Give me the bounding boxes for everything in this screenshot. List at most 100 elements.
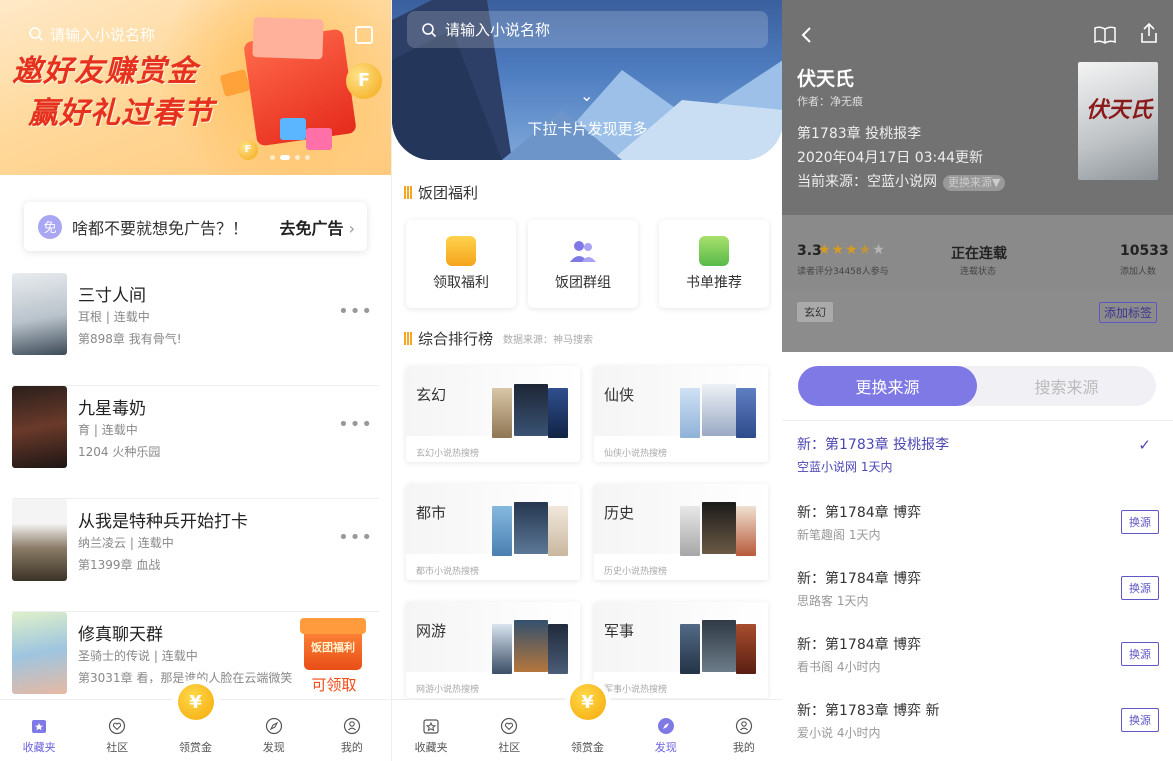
tab-profile[interactable]: 我的 xyxy=(705,700,782,761)
tab-discover[interactable]: 发现 xyxy=(235,700,313,761)
bars-icon xyxy=(404,186,412,199)
book-title: 修真聊天群 xyxy=(78,625,163,645)
source-meta: 爱小说 4小时内 xyxy=(797,726,881,740)
more-icon[interactable]: ••• xyxy=(338,414,373,435)
tab-discover[interactable]: 发现 xyxy=(627,700,705,761)
more-icon[interactable]: ••• xyxy=(338,301,373,322)
rank-subtitle: 仙侠小说热搜榜 xyxy=(604,449,668,459)
tab-label: 发现 xyxy=(262,741,285,754)
tab-community[interactable]: 社区 xyxy=(78,700,156,761)
source-row[interactable]: 新：第1783章 投桃报李 空蓝小说网 1天内 ✓ xyxy=(797,434,1159,494)
rank-card-xianxia[interactable]: 仙侠 仙侠小说热搜榜 xyxy=(594,366,768,462)
compass-icon xyxy=(264,716,284,736)
remove-ads-bar[interactable]: 免 啥都不要就想免广告？！ 去免广告 › xyxy=(24,202,367,251)
source-meta: 新笔趣阁 1天内 xyxy=(797,528,881,542)
serial-status: 正在连载 xyxy=(951,246,1007,262)
tab-favorites[interactable]: 收藏夹 xyxy=(392,700,470,761)
change-source-chip[interactable]: 更换来源▼ xyxy=(943,175,1006,191)
latest-chapter[interactable]: 第1783章 投桃报李 xyxy=(797,123,921,143)
tab-label: 收藏夹 xyxy=(22,741,56,754)
tab-profile[interactable]: 我的 xyxy=(313,700,391,761)
book-open-icon[interactable] xyxy=(1094,26,1116,44)
bottom-tab-bar: 收藏夹 社区 ¥ 领赏金 发现 我的 xyxy=(392,684,782,761)
pull-hint: 下拉卡片发现更多 xyxy=(527,120,648,138)
scan-icon[interactable] xyxy=(355,26,373,44)
rank-subtitle: 网游小说热搜榜 xyxy=(416,685,480,695)
source-row[interactable]: 新：第1784章 博弈 新笔趣阁 1天内 换源 xyxy=(797,502,1159,562)
mini-cover xyxy=(702,620,736,672)
added-count: 10533 xyxy=(1120,243,1169,259)
source-row[interactable]: 新：第1783章 博弈 新 爱小说 4小时内 换源 xyxy=(797,700,1159,760)
mini-cover xyxy=(736,388,756,438)
coin-icon: F xyxy=(346,63,382,99)
gift-icon xyxy=(280,118,306,140)
discover-banner[interactable]: 请输入小说名称 ⌄ 下拉卡片发现更多 xyxy=(392,0,782,160)
discover-screen: 请输入小说名称 ⌄ 下拉卡片发现更多 饭团福利 领取福利 饭团群组 书单推荐 综… xyxy=(391,0,782,761)
mini-cover xyxy=(702,502,736,554)
source-chapter: 新：第1783章 投桃报李 xyxy=(797,437,950,453)
rank-subtitle: 历史小说热搜榜 xyxy=(604,567,668,577)
tab-reward[interactable]: ¥ 领赏金 xyxy=(548,684,626,761)
tab-reward[interactable]: ¥ 领赏金 xyxy=(156,684,234,761)
mini-cover xyxy=(548,624,568,674)
switch-source-button[interactable]: 换源 xyxy=(1121,510,1159,534)
rank-card-junshi[interactable]: 军事 军事小说热搜榜 xyxy=(594,602,768,698)
add-tag-button[interactable]: 添加标签 xyxy=(1099,302,1158,323)
book-list-item[interactable]: 九星毒奶 育 | 连载中 1204 火种乐园 ••• xyxy=(12,386,379,499)
genre-tag[interactable]: 玄幻 xyxy=(797,302,833,322)
card-label: 书单推荐 xyxy=(686,275,742,291)
share-icon[interactable] xyxy=(1140,22,1158,44)
more-icon[interactable]: ••• xyxy=(338,527,373,548)
book-list-item[interactable]: 从我是特种兵开始打卡 纳兰凌云 | 连载中 第1399章 血战 ••• xyxy=(12,499,379,612)
book-meta: 圣骑士的传说 | 连载中 xyxy=(78,649,198,663)
welfare-card-claim[interactable]: 领取福利 xyxy=(406,220,516,308)
book-last-chapter: 第3031章 看，那是谁的人脸在云端微笑 xyxy=(78,671,293,685)
welfare-float-button[interactable]: 饭团福利 可领取 xyxy=(298,612,370,694)
rank-card-xuanhuan[interactable]: 玄幻 玄幻小说热搜榜 xyxy=(406,366,580,462)
back-arrow-icon[interactable] xyxy=(800,26,814,44)
switch-source-button[interactable]: 换源 xyxy=(1121,642,1159,666)
carousel-indicator xyxy=(270,155,310,160)
tab-change-source[interactable]: 更换来源 xyxy=(798,366,977,406)
rank-subtitle: 军事小说热搜榜 xyxy=(604,685,668,695)
book-last-chapter: 第1399章 血战 xyxy=(78,558,161,572)
mini-cover xyxy=(514,620,548,672)
promo-banner[interactable]: 请输入小说名称 邀好友赚赏金 赢好礼过春节 F F xyxy=(0,0,391,175)
mini-cover xyxy=(680,624,700,674)
rank-card-wangyou[interactable]: 网游 网游小说热搜榜 xyxy=(406,602,580,698)
remove-ads-button[interactable]: 去免广告 › xyxy=(280,215,356,239)
search-bar[interactable]: 请输入小说名称 xyxy=(407,11,768,48)
bars-icon xyxy=(404,332,412,345)
remove-ads-label: 去免广告 xyxy=(279,218,344,238)
book-list-item[interactable]: 三寸人间 耳根 | 连载中 第898章 我有骨气! ••• xyxy=(12,273,379,386)
tab-community[interactable]: 社区 xyxy=(470,700,548,761)
banner-subheadline: 赢好礼过春节 xyxy=(28,96,214,131)
rank-card-dushi[interactable]: 都市 都市小说热搜榜 xyxy=(406,484,580,580)
book-title: 九星毒奶 xyxy=(78,399,146,419)
source-chapter: 新：第1784章 博弈 xyxy=(797,505,922,521)
source-row[interactable]: 新：第1784章 博弈 思路客 1天内 换源 xyxy=(797,568,1159,628)
tab-favorites[interactable]: 收藏夹 xyxy=(0,700,78,761)
rank-subtitle: 都市小说热搜榜 xyxy=(416,567,480,577)
section-header-welfare: 饭团福利 xyxy=(404,182,478,203)
rank-name: 都市 xyxy=(416,504,447,522)
welfare-cta: 可领取 xyxy=(311,676,357,694)
book-cover xyxy=(12,499,67,581)
switch-source-button[interactable]: 换源 xyxy=(1121,576,1159,600)
source-row[interactable]: 新：第1784章 博弈 看书阁 4小时内 换源 xyxy=(797,634,1159,694)
tab-search-source[interactable]: 搜索来源 xyxy=(977,366,1156,406)
welfare-card-groups[interactable]: 饭团群组 xyxy=(528,220,638,308)
welfare-card-booklist[interactable]: 书单推荐 xyxy=(659,220,769,308)
switch-source-button[interactable]: 换源 xyxy=(1121,708,1159,732)
serial-status-label: 连载状态 xyxy=(960,267,997,277)
remove-ads-text: 啥都不要就想免广告？！ xyxy=(72,218,249,238)
source-chapter: 新：第1783章 博弈 新 xyxy=(797,703,940,719)
bottom-tab-bar: 收藏夹 社区 ¥ 领赏金 发现 我的 xyxy=(0,684,391,761)
rank-card-lishi[interactable]: 历史 历史小说热搜榜 xyxy=(594,484,768,580)
book-title: 三寸人间 xyxy=(78,286,146,306)
tab-label: 我的 xyxy=(732,741,755,754)
gift-box-icon xyxy=(446,236,476,266)
tab-label: 发现 xyxy=(654,741,677,754)
bookshelf-screen: 请输入小说名称 邀好友赚赏金 赢好礼过春节 F F 免 啥都不要就想免广告？！ … xyxy=(0,0,391,761)
book-meta: 耳根 | 连载中 xyxy=(78,310,150,324)
